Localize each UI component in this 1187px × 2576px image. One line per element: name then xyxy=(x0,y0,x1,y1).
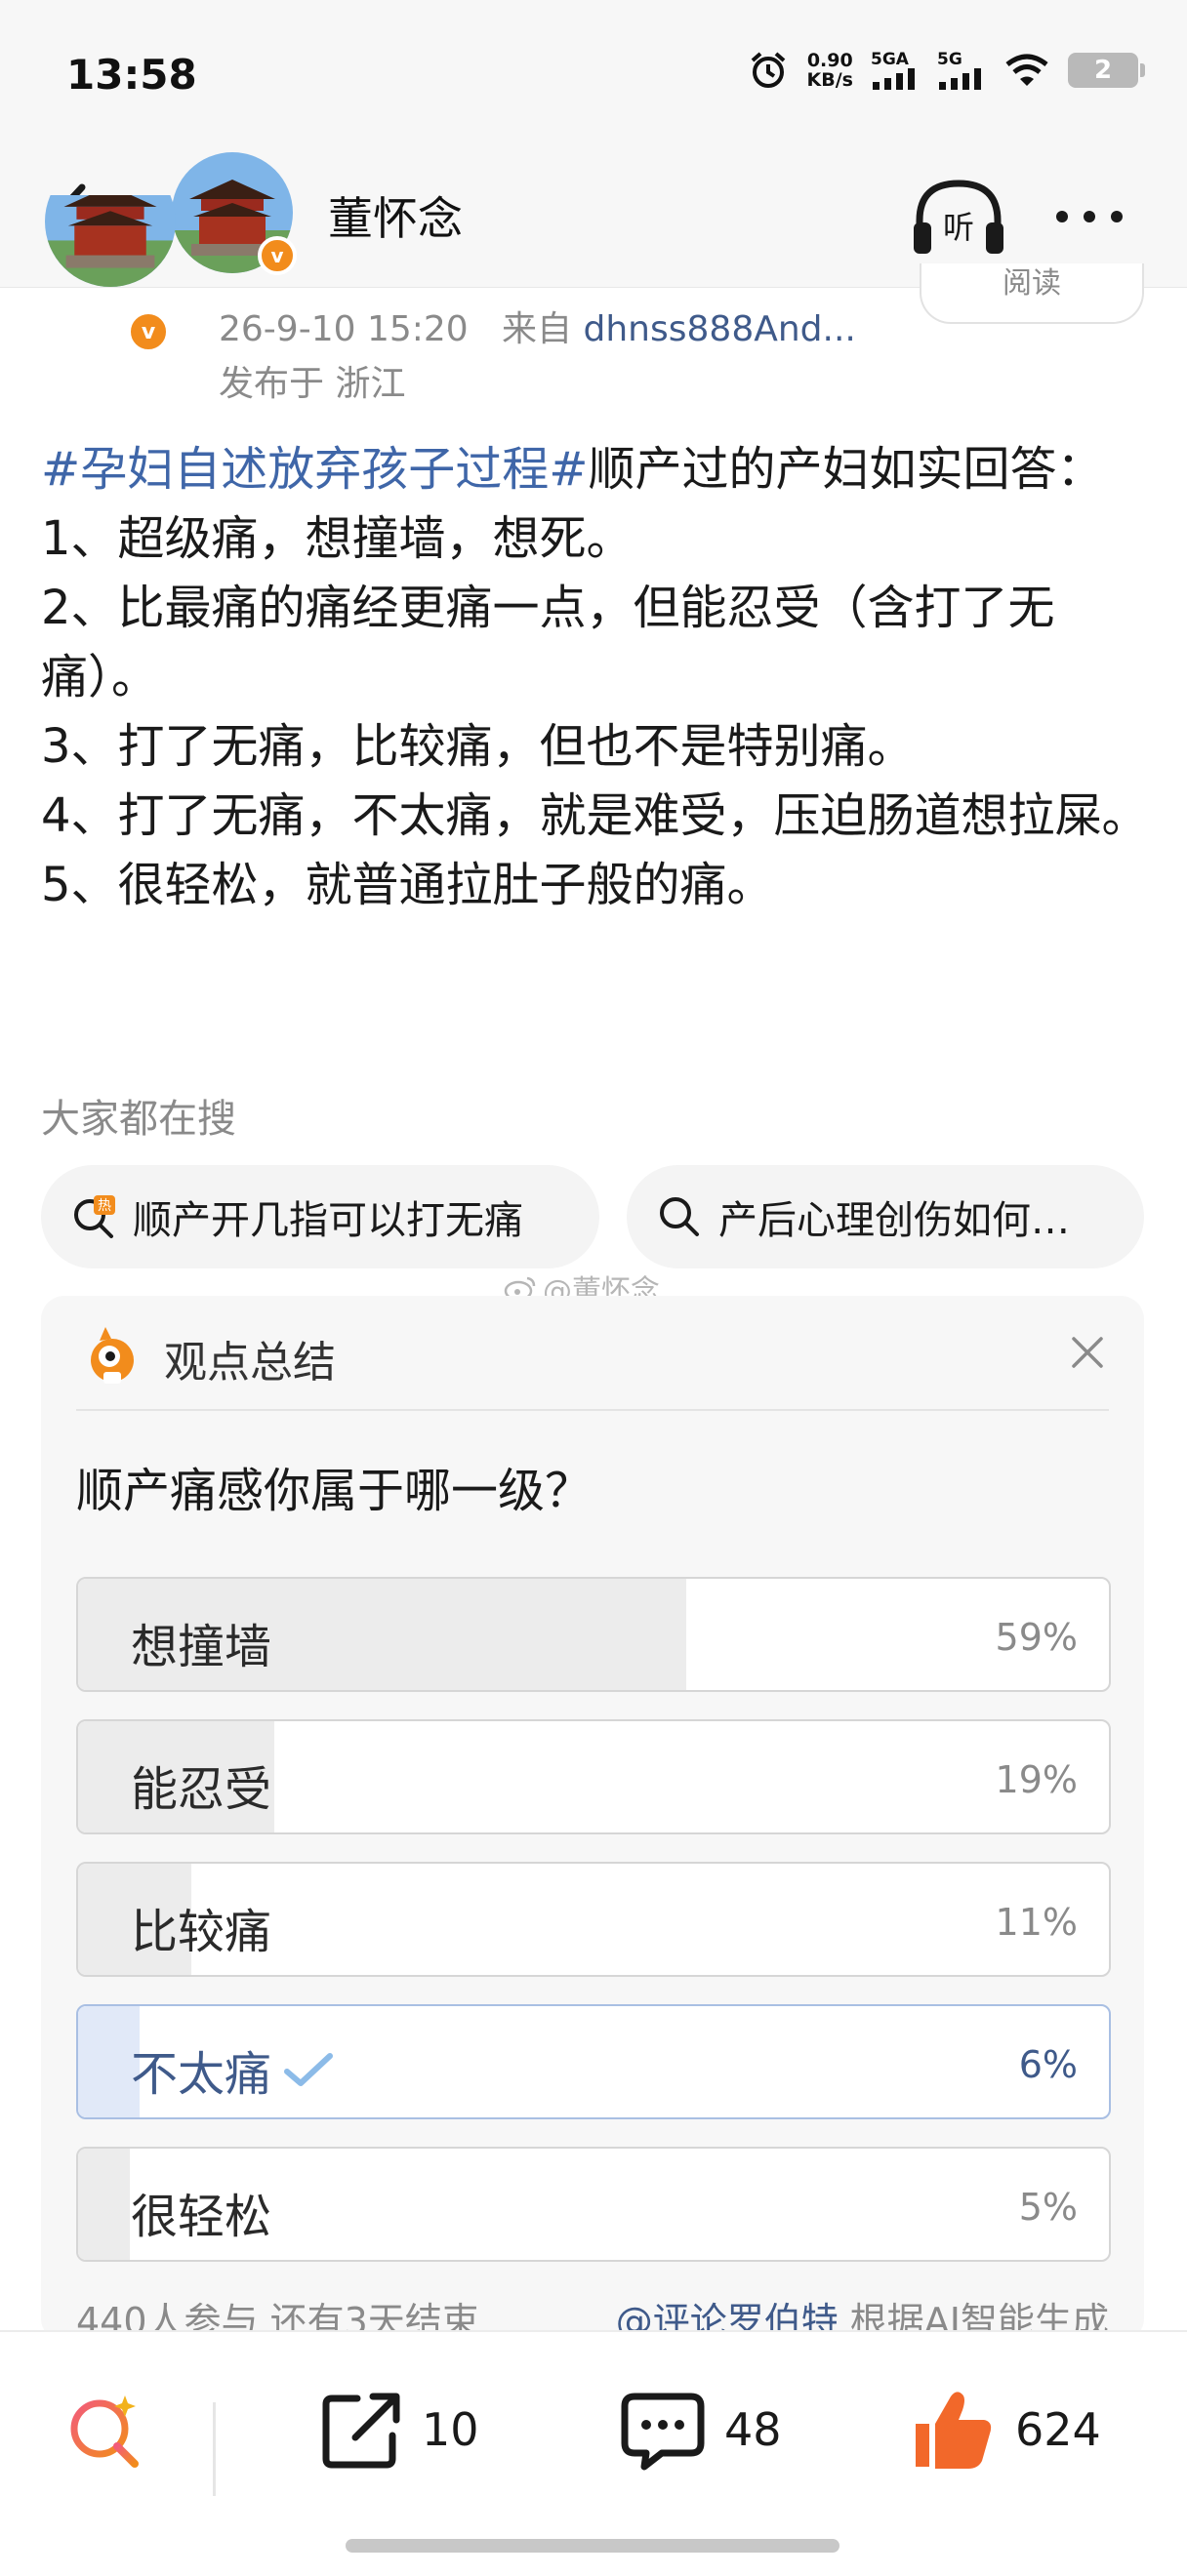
comment-icon xyxy=(621,2393,705,2471)
network-speed: 0.90 KB/s xyxy=(807,51,853,90)
search-chip-label: 顺产开几指可以打无痛 xyxy=(133,1198,523,1243)
post-content: #孕妇自述放弃孩子过程#顺产过的产妇如实回答： 1、超级痛，想撞墙，想死。 2、… xyxy=(41,435,1154,920)
poll-option-selected[interactable]: 不太痛 6% xyxy=(76,2004,1111,2119)
comment-count: 48 xyxy=(724,2403,782,2456)
poll-option-label: 想撞墙 xyxy=(131,1608,271,1676)
post-line-5: 5、很轻松，就普通拉肚子般的痛。 xyxy=(41,858,774,912)
ai-search-icon xyxy=(70,2395,139,2468)
post-line-3: 3、打了无痛，比较痛，但也不是特别痛。 xyxy=(41,719,915,774)
net2-label: 5G xyxy=(937,50,962,69)
topic-hashtag[interactable]: #孕妇自述放弃孩子过程# xyxy=(41,442,588,497)
poll-option-percent: 19% xyxy=(995,1758,1078,1801)
more-options-button[interactable] xyxy=(1050,197,1128,236)
signal-bars-icon xyxy=(873,68,915,90)
repost-count: 10 xyxy=(422,2403,479,2456)
author-avatar[interactable]: v xyxy=(172,152,297,275)
divider xyxy=(76,1409,1109,1411)
poll-option-percent: 11% xyxy=(995,1901,1078,1944)
battery-indicator: 2 xyxy=(1068,53,1145,88)
option-text: 能忍受 xyxy=(131,1762,272,1817)
wifi-icon xyxy=(1005,54,1048,86)
poll-option[interactable]: 想撞墙 59% xyxy=(76,1577,1111,1692)
post-line-4: 4、打了无痛，不太痛，就是难受，压迫肠道想拉屎。 xyxy=(41,788,1149,843)
post-datetime: 26-9-10 15:20 xyxy=(219,309,469,349)
post-location: 发布于 浙江 xyxy=(219,364,406,404)
status-time: 13:58 xyxy=(66,51,197,99)
repost-button[interactable]: 10 xyxy=(318,2381,479,2478)
post-line-1: 1、超级痛，想撞墙，想死。 xyxy=(41,511,634,566)
poll-question: 顺产痛感你属于哪一级？ xyxy=(76,1464,593,1518)
signal-bars-icon xyxy=(939,68,981,90)
poll-option-percent: 5% xyxy=(1018,2186,1078,2229)
search-chip-label: 产后心理创伤如何… xyxy=(718,1198,1070,1243)
poll-option-percent: 6% xyxy=(1018,2043,1078,2086)
alarm-icon xyxy=(751,52,785,88)
poll-option-label: 很轻松 xyxy=(131,2178,271,2246)
post-line-0: 顺产过的产妇如实回答： xyxy=(588,442,1104,497)
search-chip[interactable]: 产后心理创伤如何… xyxy=(627,1165,1144,1268)
more-dots-icon xyxy=(1056,211,1123,222)
poll-option-fill xyxy=(78,2149,130,2260)
post-line-2: 2、比最痛的痛经更痛一点，但能忍受（含打了无痛）。 xyxy=(41,581,1055,704)
search-chip-hot[interactable]: 热 顺产开几指可以打无痛 xyxy=(41,1165,599,1268)
read-button[interactable]: 阅读 xyxy=(920,263,1144,324)
hot-search-icon: 热 xyxy=(74,1195,115,1238)
signal-5g: 5G xyxy=(937,51,986,90)
poll-option[interactable]: 很轻松 5% xyxy=(76,2147,1111,2262)
post-meta-line: 26-9-10 15:20 来自 dhnss888And... xyxy=(219,301,856,351)
net1-label: 5GA xyxy=(871,50,909,69)
listen-button[interactable]: 听 xyxy=(908,174,1009,262)
author-name[interactable]: 董怀念 xyxy=(328,183,463,248)
poll-option-label: 能忍受 xyxy=(131,1751,271,1819)
poll-option[interactable]: 比较痛 11% xyxy=(76,1862,1111,1977)
like-count: 624 xyxy=(1015,2403,1101,2456)
poll-header-title: 观点总结 xyxy=(164,1338,336,1388)
from-prefix: 来自 xyxy=(502,309,573,349)
post-source-link[interactable]: dhnss888And... xyxy=(584,309,856,349)
trending-search-label: 大家都在搜 xyxy=(41,1097,236,1142)
listen-label: 听 xyxy=(943,209,974,246)
ai-search-button[interactable] xyxy=(62,2381,150,2478)
option-text: 比较痛 xyxy=(131,1905,272,1959)
thumbs-up-icon xyxy=(916,2392,992,2469)
poll-option-label: 不太痛 xyxy=(131,2035,336,2104)
headphones-icon: 听 xyxy=(914,180,1003,254)
verified-badge-icon: v xyxy=(258,236,297,275)
option-text: 想撞墙 xyxy=(131,1620,272,1674)
ai-mascot-icon xyxy=(91,1327,134,1384)
checkmark-icon xyxy=(284,2053,334,2086)
bottom-action-bar: 10 48 624 xyxy=(0,2330,1187,2576)
search-icon xyxy=(660,1197,699,1236)
speed-unit: KB/s xyxy=(806,69,853,91)
share-icon xyxy=(322,2393,400,2469)
status-icons: 0.90 KB/s 5GA 5G 2 xyxy=(747,49,1145,92)
close-icon[interactable] xyxy=(1066,1331,1109,1374)
verified-badge-icon: v xyxy=(127,310,170,353)
poll-option-label: 比较痛 xyxy=(131,1893,271,1961)
option-text: 不太痛 xyxy=(131,2047,272,2102)
poll-option-percent: 59% xyxy=(995,1616,1078,1659)
poll-card: 观点总结 顺产痛感你属于哪一级？ 想撞墙 59% 能忍受 19% 比较痛 11%… xyxy=(41,1296,1144,2343)
poll-option[interactable]: 能忍受 19% xyxy=(76,1719,1111,1834)
home-indicator[interactable] xyxy=(346,2539,839,2553)
divider xyxy=(213,2402,216,2496)
like-button[interactable]: 624 xyxy=(908,2381,1101,2478)
signal-5ga: 5GA xyxy=(871,51,920,90)
svg-text:热: 热 xyxy=(98,1198,111,1214)
speed-value: 0.90 xyxy=(806,50,853,71)
option-text: 很轻松 xyxy=(131,2190,272,2244)
comment-button[interactable]: 48 xyxy=(619,2381,782,2478)
status-bar: 13:58 0.90 KB/s 5GA 5G 2 xyxy=(0,0,1187,146)
